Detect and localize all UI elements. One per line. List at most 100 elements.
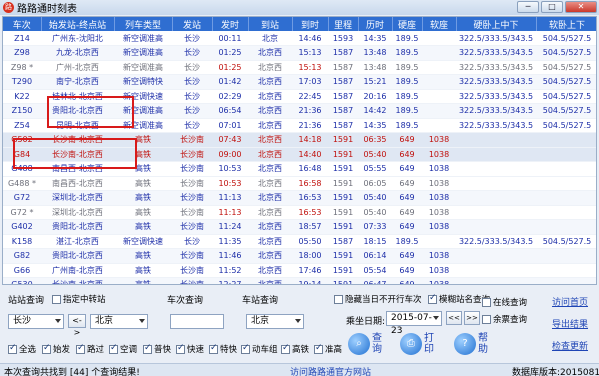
type-filter-checkbox[interactable]: 路过 — [76, 343, 104, 355]
visit-home-link[interactable]: 访问首页 — [552, 295, 588, 308]
table-row[interactable]: Z98 * 广州-北京西 新空调准高 长沙 01:25 北京西 15:13 1587 13:48… — [3, 60, 596, 75]
column-header[interactable]: 到站 — [248, 17, 293, 31]
type-filter-checkbox[interactable]: 动车组 — [241, 343, 278, 355]
table-row[interactable]: T290 南宁-北京西 新空调特快 长沙 01:42 北京西 17:03 1587 15:21 1… — [3, 74, 596, 90]
type-filter-checkbox[interactable]: 特快 — [209, 343, 237, 355]
table-cell: 13:48 — [358, 60, 392, 75]
column-header[interactable]: 发时 — [212, 17, 249, 31]
type-filter-checkbox[interactable]: 高铁 — [281, 343, 309, 355]
table-cell — [456, 219, 536, 235]
column-header[interactable]: 硬卧上中下 — [456, 17, 537, 31]
table-row[interactable]: G530 长沙南-北京西 高铁 长沙南 12:27 北京西 19:14 1591 06:47 64… — [3, 277, 596, 284]
table-cell — [456, 132, 536, 148]
table-row[interactable]: Z54 昆明-北京西 新空调准高 长沙 07:01 北京西 21:36 1587 14:35 18… — [3, 118, 596, 133]
fuzzy-station-checkbox[interactable]: 模糊站名查询 — [428, 293, 490, 305]
table-cell: 广州南-北京西 — [41, 263, 114, 278]
table-cell: 06:47 — [358, 277, 392, 284]
column-header[interactable]: 软座 — [422, 17, 457, 31]
type-filter-label: 始发 — [53, 345, 71, 355]
table-cell: 新空调准高 — [114, 31, 172, 46]
column-header[interactable]: 发站 — [172, 17, 213, 31]
table-row[interactable]: K22 桂林北-北京西 新空调快速 长沙 02:29 北京西 22:45 1587 20:16 1… — [3, 89, 596, 104]
table-cell: 01:42 — [212, 74, 248, 90]
table-cell: 322.5/333.5/343.5 — [456, 234, 536, 249]
table-cell: 649 — [392, 147, 422, 162]
timetable-grid[interactable]: 车次 始发站-终点站 列车类型 发站 发时 到站 到时 里程 历时 硬座 软座 硬卧上中下 软卧上下 Z… — [2, 16, 597, 285]
column-header[interactable]: 软卧上下 — [536, 17, 596, 31]
check-update-link[interactable]: 检查更新 — [552, 339, 588, 352]
transfer-checkbox[interactable]: 指定中转站 — [52, 293, 106, 305]
table-cell: 14:46 — [292, 31, 328, 46]
train-query-label: 车次查询 — [167, 296, 204, 306]
table-row[interactable]: Z14 广州东-沈阳北 新空调准高 长沙 00:11 北京 14:46 1593 14:35 18… — [3, 31, 596, 46]
table-cell: G82 — [3, 248, 41, 264]
table-row[interactable]: K158 湛江-北京西 新空调快速 长沙 11:35 北京西 05:50 1587 18:15 1… — [3, 234, 596, 249]
table-cell: 深圳北-北京西 — [41, 205, 114, 220]
column-header[interactable]: 硬座 — [392, 17, 423, 31]
table-cell: Z54 — [3, 118, 41, 133]
type-filter-checkbox[interactable]: 全选 — [8, 343, 36, 355]
table-row[interactable]: G488 * 南昌西-北京西 高铁 长沙南 10:53 北京西 16:58 1591 06:05… — [3, 176, 596, 191]
table-cell: 649 — [392, 190, 422, 206]
table-row[interactable]: G488 南昌西-北京西 高铁 长沙南 10:53 北京西 16:48 1591 05:55 64… — [3, 161, 596, 177]
type-filter-checkbox[interactable]: 空调 — [109, 343, 137, 355]
ticket-query-checkbox[interactable]: 余票查询 — [482, 313, 527, 325]
chevron-down-icon — [55, 319, 61, 323]
table-cell: 504.5/527.5 — [536, 74, 596, 90]
table-row[interactable]: Z150 贵阳北-北京西 新空调准高 长沙 06:54 北京西 21:36 1587 14:42… — [3, 103, 596, 119]
maximize-button[interactable]: □ — [541, 1, 563, 13]
hide-not-running-checkbox[interactable]: 隐藏当日不开行车次 — [334, 293, 422, 305]
table-cell: 11:35 — [212, 234, 248, 249]
checkbox-icon — [143, 343, 152, 354]
column-header[interactable]: 始发站-终点站 — [41, 17, 115, 31]
train-number-input[interactable] — [170, 314, 224, 329]
table-row[interactable]: Z98 九龙-北京西 新空调准高 长沙 01:25 北京西 15:13 1587 13:48 18… — [3, 45, 596, 61]
table-cell: 1591 — [328, 132, 358, 148]
station-search-select[interactable]: 北京 — [246, 314, 304, 329]
table-row[interactable]: G84 长沙南-北京西 高铁 长沙南 09:00 北京西 14:40 1591 05:40 649… — [3, 147, 596, 162]
type-filter-checkbox[interactable]: 快速 — [176, 343, 204, 355]
table-cell: 1587 — [328, 45, 358, 61]
table-cell: G66 — [3, 263, 41, 278]
table-cell: 16:53 — [292, 190, 328, 206]
export-results-link[interactable]: 导出结果 — [552, 317, 588, 330]
column-header[interactable]: 历时 — [358, 17, 393, 31]
close-button[interactable]: ✕ — [565, 1, 597, 13]
swap-stations-button[interactable]: <-> — [68, 314, 86, 337]
to-station-select[interactable]: 北京 — [90, 314, 148, 329]
table-row[interactable]: G402 贵阳北-北京西 高铁 长沙南 11:24 北京西 18:57 1591 07:33 64… — [3, 219, 596, 235]
prev-date-button[interactable]: << — [446, 311, 462, 325]
column-header[interactable]: 到时 — [292, 17, 329, 31]
table-cell — [422, 31, 456, 46]
print-button[interactable]: ⎙ 打印 — [400, 333, 436, 355]
online-query-checkbox[interactable]: 在线查询 — [482, 296, 527, 308]
column-header[interactable]: 车次 — [3, 17, 42, 31]
type-filter-checkbox[interactable]: 准高 — [314, 343, 342, 355]
table-row[interactable]: G72 * 深圳北-北京西 高铁 长沙南 11:13 北京西 16:53 1591 05:40 6… — [3, 205, 596, 220]
table-row[interactable]: G66 广州南-北京西 高铁 长沙南 11:52 北京西 17:46 1591 05:54 649… — [3, 263, 596, 278]
table-cell: 1038 — [422, 190, 456, 206]
type-filter-checkbox[interactable]: 始发 — [42, 343, 70, 355]
table-cell: 北京西 — [248, 60, 292, 75]
date-picker[interactable]: 2015-07-23 — [386, 311, 442, 336]
column-header[interactable]: 里程 — [328, 17, 359, 31]
table-cell: 昆明-北京西 — [41, 118, 114, 133]
table-cell: 1038 — [422, 277, 456, 284]
query-button[interactable]: ⌕ 查询 — [348, 333, 384, 355]
type-filter-label: 空调 — [120, 345, 138, 355]
table-cell — [422, 45, 456, 61]
table-cell: 高铁 — [114, 219, 172, 235]
result-count-text: 本次查询共找到 [44] 个查询结果! — [4, 368, 140, 376]
type-filter-label: 路过 — [87, 345, 105, 355]
type-filter-checkbox[interactable]: 普快 — [143, 343, 171, 355]
next-date-button[interactable]: >> — [464, 311, 480, 325]
table-row[interactable]: G82 贵阳北-北京西 高铁 长沙南 11:46 北京西 18:00 1591 06:14 649… — [3, 248, 596, 264]
column-header[interactable]: 列车类型 — [114, 17, 173, 31]
from-station-select[interactable]: 长沙 — [8, 314, 64, 329]
minimize-button[interactable]: ─ — [517, 1, 539, 13]
table-row[interactable]: G72 深圳北-北京西 高铁 长沙南 11:13 北京西 16:53 1591 05:40 649… — [3, 190, 596, 206]
official-site-link[interactable]: 访问路路通官方网站 — [290, 365, 371, 376]
table-row[interactable]: G502 长沙南-北京西 高铁 长沙南 07:43 北京西 14:18 1591 06:35 64… — [3, 132, 596, 148]
help-button[interactable]: ? 帮助 — [454, 333, 490, 355]
timetable: 车次 始发站-终点站 列车类型 发站 发时 到站 到时 里程 历时 硬座 软座 硬卧上中下 软卧上下 Z… — [3, 17, 596, 284]
